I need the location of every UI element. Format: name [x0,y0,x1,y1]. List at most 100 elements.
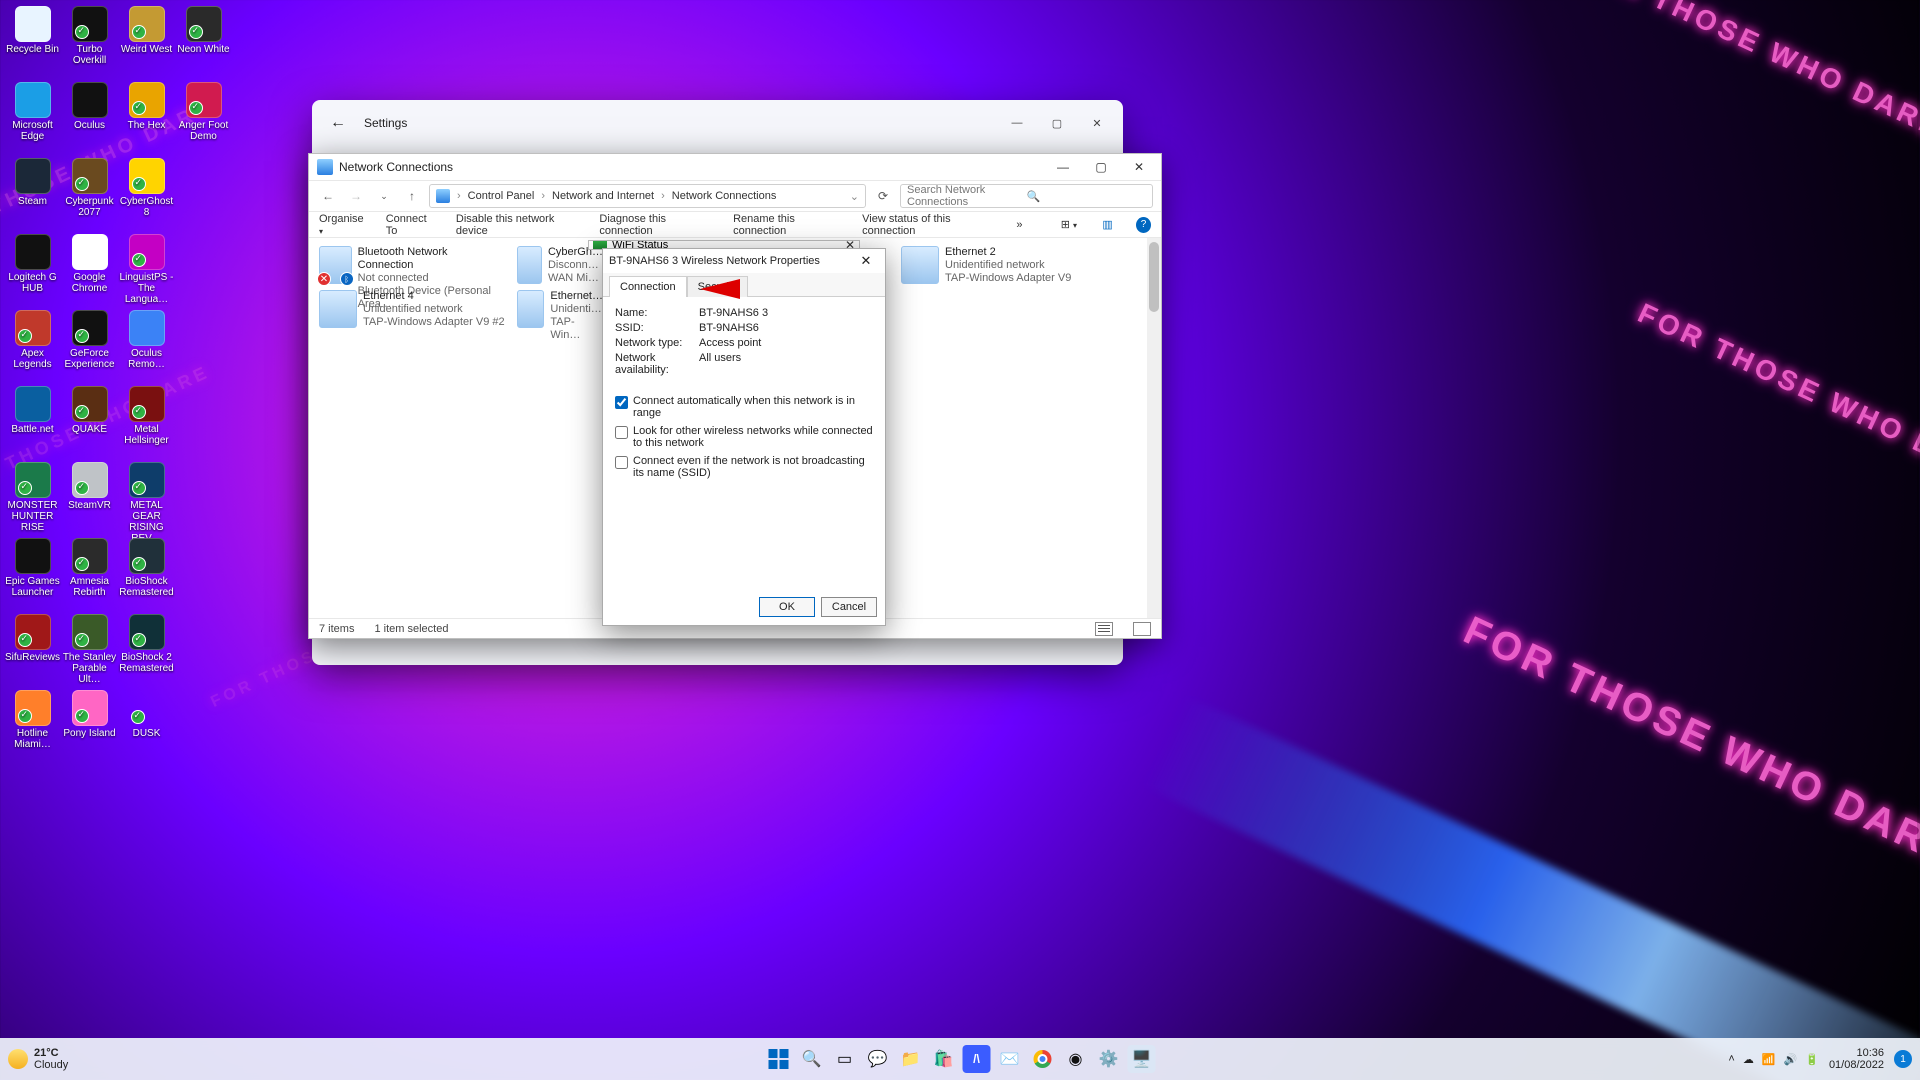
dialog-titlebar[interactable]: BT-9NAHS6 3 Wireless Network Properties … [603,249,885,273]
cmd-rename[interactable]: Rename this connection [733,213,844,237]
desktop-icon[interactable]: GeForce Experience [61,308,118,384]
cmd-connect-to[interactable]: Connect To [386,213,438,237]
crumb-network-connections[interactable]: Network Connections [672,190,777,202]
check-connect-auto-input[interactable] [615,396,628,409]
check-connect-auto[interactable]: Connect automatically when this network … [615,395,873,419]
desktop-icon[interactable]: Metal Hellsinger [118,384,175,460]
desktop-icon[interactable]: SifuReviews [4,612,61,688]
desktop-icon[interactable]: Hotline Miami… [4,688,61,764]
breadcrumb[interactable]: › Control Panel › Network and Internet ›… [429,184,866,208]
desktop-icon[interactable]: Recycle Bin [4,4,61,80]
cmd-more[interactable]: » [1016,219,1022,231]
desktop-icon[interactable]: The Stanley Parable Ult… [61,612,118,688]
check-hidden-ssid-input[interactable] [615,456,628,469]
desktop-icon[interactable]: Google Chrome [61,232,118,308]
taskbar[interactable]: 21°C Cloudy 🔍 ▭ 💬 📁 🛍️ /\ ✉️ ◉ ⚙️ 🖥️ ˄ ☁… [0,1038,1920,1080]
cmd-view-status[interactable]: View status of this connection [862,213,998,237]
cancel-button[interactable]: Cancel [821,597,877,617]
connection-ethernet-trunc[interactable]: Ethernet… Unidenti… TAP-Win… [515,288,605,344]
search-input[interactable]: Search Network Connections 🔍 [900,184,1153,208]
chrome-button[interactable] [1029,1045,1057,1073]
desktop-icon[interactable]: Apex Legends [4,308,61,384]
nav-up-button[interactable]: ↑ [401,185,423,207]
connection-cyberghost[interactable]: CyberGh… Disconn… WAN Mi… [515,244,605,287]
nav-forward-button[interactable]: → [345,185,367,207]
view-options-button[interactable]: ⊞ ▾ [1059,218,1080,231]
tray-volume-icon[interactable]: 🔊 [1784,1053,1798,1066]
desktop-icon[interactable]: Epic Games Launcher [4,536,61,612]
cmd-diagnose[interactable]: Diagnose this connection [599,213,715,237]
nc-titlebar[interactable]: Network Connections — ▢ ✕ [309,154,1161,180]
settings-titlebar[interactable]: ← Settings — ▢ ✕ [312,100,1123,146]
maximize-button[interactable]: ▢ [1083,156,1119,178]
close-button[interactable]: ✕ [1077,108,1117,138]
desktop-icon[interactable]: Cyberpunk 2077 [61,156,118,232]
task-view-button[interactable]: ▭ [831,1045,859,1073]
mail-button[interactable]: ✉️ [996,1045,1024,1073]
taskbar-clock[interactable]: 10:36 01/08/2022 [1829,1047,1884,1071]
close-button[interactable]: ✕ [853,251,879,271]
maximize-button[interactable]: ▢ [1037,108,1077,138]
check-look-other[interactable]: Look for other wireless networks while c… [615,425,873,449]
minimize-button[interactable]: — [1045,156,1081,178]
check-look-other-input[interactable] [615,426,628,439]
close-button[interactable]: ✕ [1121,156,1157,178]
start-button[interactable] [765,1045,793,1073]
view-large-icons-button[interactable] [1133,622,1151,636]
view-details-button[interactable] [1095,622,1113,636]
desktop-icon[interactable]: LinguistPS - The Langua… [118,232,175,308]
desktop-icon[interactable]: BioShock Remastered [118,536,175,612]
cmd-disable[interactable]: Disable this network device [456,213,581,237]
chat-button[interactable]: 💬 [864,1045,892,1073]
scrollbar[interactable] [1147,238,1161,618]
nav-recent-button[interactable]: ⌄ [373,185,395,207]
help-button[interactable]: ? [1136,217,1151,233]
tray-wifi-icon[interactable]: 📶 [1762,1053,1776,1066]
check-hidden-ssid[interactable]: Connect even if the network is not broad… [615,455,873,479]
steam-button[interactable]: ◉ [1062,1045,1090,1073]
ok-button[interactable]: OK [759,597,815,617]
desktop-icon[interactable]: Pony Island [61,688,118,764]
nav-back-button[interactable]: ← [317,185,339,207]
desktop-icon[interactable]: BioShock 2 Remastered [118,612,175,688]
desktop-icon[interactable]: Oculus Remo… [118,308,175,384]
minimize-button[interactable]: — [997,108,1037,138]
tray-battery-icon[interactable]: 🔋 [1805,1053,1819,1066]
scrollbar-thumb[interactable] [1149,242,1159,312]
address-dropdown-icon[interactable]: ⌄ [850,190,859,203]
wireless-properties-dialog[interactable]: BT-9NAHS6 3 Wireless Network Properties … [602,248,886,626]
tray-overflow-icon[interactable]: ˄ [1728,1053,1734,1065]
desktop-icon[interactable]: QUAKE [61,384,118,460]
desktop-icon[interactable]: CyberGhost 8 [118,156,175,232]
desktop-icon[interactable]: The Hex [118,80,175,156]
app-active-button[interactable]: 🖥️ [1128,1045,1156,1073]
tab-connection[interactable]: Connection [609,276,687,297]
tab-security[interactable]: Security [687,276,749,297]
desktop-icon[interactable]: MONSTER HUNTER RISE [4,460,61,536]
notifications-button[interactable]: 1 [1894,1050,1912,1068]
crumb-network-internet[interactable]: Network and Internet [552,190,654,202]
tray-cloud-icon[interactable]: ☁ [1743,1053,1754,1066]
desktop-icon[interactable]: Neon White [175,4,232,80]
store-button[interactable]: 🛍️ [930,1045,958,1073]
connection-ethernet2[interactable]: Ethernet 2 Unidentified network TAP-Wind… [899,244,1089,287]
desktop-icon[interactable]: Battle.net [4,384,61,460]
desktop-icon[interactable]: SteamVR [61,460,118,536]
desktop-icon[interactable]: Microsoft Edge [4,80,61,156]
crumb-control-panel[interactable]: Control Panel [468,190,535,202]
system-tray[interactable]: ˄ ☁ 📶 🔊 🔋 [1728,1053,1819,1066]
desktop-icon[interactable]: Amnesia Rebirth [61,536,118,612]
refresh-button[interactable]: ⟳ [872,185,894,207]
settings-taskbar-button[interactable]: ⚙️ [1095,1045,1123,1073]
taskbar-weather[interactable]: 21°C Cloudy [8,1047,68,1071]
desktop-icon[interactable]: Steam [4,156,61,232]
desktop-icon[interactable]: METAL GEAR RISING REV… [118,460,175,536]
app-button[interactable]: /\ [963,1045,991,1073]
connection-ethernet4[interactable]: Ethernet 4 Unidentified network TAP-Wind… [317,288,507,331]
cmd-organise[interactable]: Organise ▾ [319,213,368,237]
file-explorer-button[interactable]: 📁 [897,1045,925,1073]
desktop-icon[interactable]: Weird West [118,4,175,80]
back-icon[interactable]: ← [330,114,346,132]
desktop-icon[interactable]: Turbo Overkill [61,4,118,80]
desktop[interactable]: Recycle BinTurbo OverkillWeird WestNeon … [4,4,232,764]
